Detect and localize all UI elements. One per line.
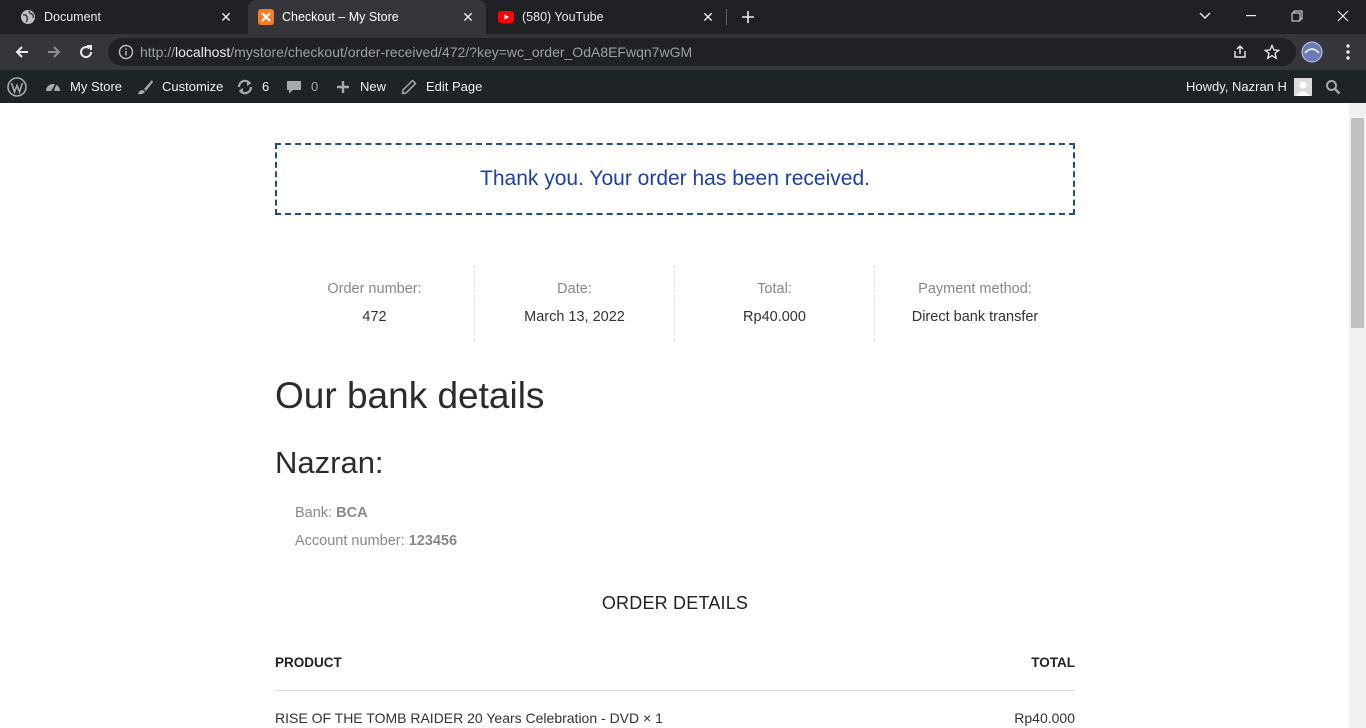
site-info-icon[interactable] <box>112 44 140 60</box>
tab-close-button[interactable]: ✕ <box>698 7 718 27</box>
page-scrollbar-thumb[interactable] <box>1351 118 1364 328</box>
product-name: RISE OF THE TOMB RAIDER 20 Years Celebra… <box>275 710 663 726</box>
overview-value: Rp40.000 <box>743 309 806 325</box>
tab-close-button[interactable]: ✕ <box>458 7 478 27</box>
plus-icon <box>333 77 353 97</box>
back-button[interactable] <box>8 38 36 66</box>
table-row: RISE OF THE TOMB RAIDER 20 Years Celebra… <box>275 710 1075 726</box>
edit-page-label: Edit Page <box>426 79 483 94</box>
new-content-menu[interactable]: New <box>333 70 386 103</box>
overview-label: Total: <box>757 281 792 297</box>
order-overview: Order number: 472 Date: March 13, 2022 T… <box>275 265 1075 341</box>
wordpress-icon <box>7 76 27 97</box>
bank-details-heading: Our bank details <box>275 375 545 416</box>
account-number-row: Account number: 123456 <box>295 533 457 549</box>
table-divider <box>275 690 1075 691</box>
overview-value: 472 <box>362 309 387 325</box>
close-window-button[interactable] <box>1320 0 1366 32</box>
bookmark-star-icon[interactable] <box>1262 42 1282 62</box>
overview-label: Date: <box>557 281 592 297</box>
overview-value: Direct bank transfer <box>911 309 1039 325</box>
comments-count: 0 <box>311 79 319 94</box>
tab-youtube[interactable]: (580) YouTube ✕ <box>488 0 726 34</box>
order-received-notice: Thank you. Your order has been received. <box>275 143 1075 215</box>
tab-title: Document <box>44 10 101 24</box>
bank-label: Bank: <box>295 505 333 521</box>
search-icon <box>1323 77 1343 97</box>
dashboard-icon <box>43 77 63 97</box>
updates-icon <box>235 77 255 97</box>
restore-button[interactable] <box>1274 0 1320 32</box>
bank-value: BCA <box>336 505 368 521</box>
bank-name-row: Bank: BCA <box>295 505 368 521</box>
new-label: New <box>360 79 387 94</box>
avatar <box>1293 77 1312 96</box>
tab-search-button[interactable] <box>1182 0 1228 32</box>
share-icon[interactable] <box>1230 42 1250 62</box>
account-number-label: Account number: <box>295 533 405 549</box>
minimize-button[interactable] <box>1228 0 1274 32</box>
total-column-header: TOTAL <box>1031 655 1075 670</box>
globe-icon <box>20 9 36 25</box>
xampp-icon <box>258 9 274 25</box>
url-text: http://localhost/mystore/checkout/order-… <box>140 44 693 60</box>
wordpress-logo-button[interactable] <box>7 70 27 103</box>
wp-admin-bar: My Store Customize 6 0 New Edit Page How… <box>0 70 1366 103</box>
account-name-heading: Nazran: <box>275 445 384 480</box>
overview-label: Payment method: <box>918 281 1032 297</box>
paintbrush-icon <box>135 77 155 97</box>
forward-button[interactable] <box>40 38 68 66</box>
updates-count: 6 <box>262 79 270 94</box>
product-total: Rp40.000 <box>1014 710 1075 726</box>
customize-label: Customize <box>162 79 224 94</box>
browser-tab-strip: Document ✕ Checkout – My Store ✕ (580) Y… <box>0 0 1366 34</box>
admin-search-button[interactable] <box>1323 70 1343 103</box>
pencil-icon <box>399 77 419 97</box>
order-table-header: PRODUCT TOTAL <box>275 655 1075 670</box>
order-details-title: ORDER DETAILS <box>601 593 749 613</box>
comments-link[interactable]: 0 <box>284 70 318 103</box>
tab-title: Checkout – My Store <box>282 10 399 24</box>
tab-checkout[interactable]: Checkout – My Store ✕ <box>248 0 486 34</box>
overview-value: March 13, 2022 <box>524 309 625 325</box>
edit-page-link[interactable]: Edit Page <box>399 70 482 103</box>
customize-link[interactable]: Customize <box>135 70 223 103</box>
updates-link[interactable]: 6 <box>235 70 269 103</box>
youtube-icon <box>498 9 514 25</box>
chrome-menu-icon[interactable] <box>1334 38 1362 66</box>
order-total-item: Total: Rp40.000 <box>675 265 875 341</box>
howdy-label: Howdy, Nazran H <box>1186 79 1287 94</box>
site-name-label: My Store <box>70 79 123 94</box>
my-account-menu[interactable]: Howdy, Nazran H <box>1186 70 1312 103</box>
product-column-header: PRODUCT <box>275 655 342 670</box>
profile-avatar[interactable] <box>1298 38 1326 66</box>
order-date-item: Date: March 13, 2022 <box>475 265 675 341</box>
browser-toolbar: http://localhost/mystore/checkout/order-… <box>0 34 1366 70</box>
tab-document[interactable]: Document ✕ <box>0 0 244 34</box>
tab-separator <box>726 9 727 25</box>
overview-label: Order number: <box>327 281 422 297</box>
order-number-item: Order number: 472 <box>275 265 475 341</box>
payment-method-item: Payment method: Direct bank transfer <box>875 265 1075 341</box>
tab-close-button[interactable]: ✕ <box>216 7 236 27</box>
address-bar[interactable]: http://localhost/mystore/checkout/order-… <box>108 38 1296 66</box>
new-tab-button[interactable] <box>736 5 760 29</box>
site-name-menu[interactable]: My Store <box>43 70 122 103</box>
tab-title: (580) YouTube <box>522 10 604 24</box>
comment-icon <box>284 77 304 97</box>
reload-button[interactable] <box>72 38 100 66</box>
account-number-value: 123456 <box>408 533 458 549</box>
